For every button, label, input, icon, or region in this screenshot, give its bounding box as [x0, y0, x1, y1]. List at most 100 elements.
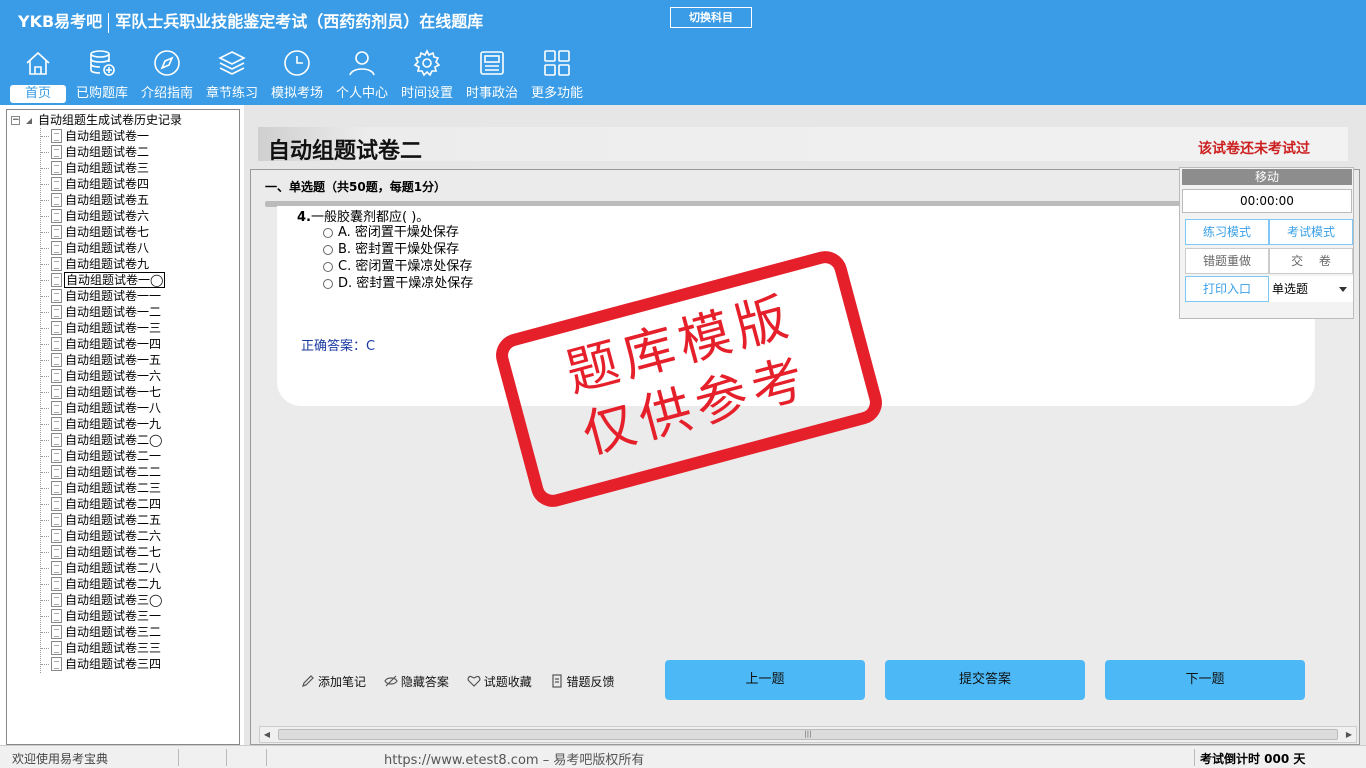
tree-item[interactable]: 自动组题试卷一一 [7, 288, 239, 304]
nav-purchased[interactable]: 已购题库 [70, 48, 134, 104]
nav-guide[interactable]: 介绍指南 [135, 48, 199, 104]
tree-item[interactable]: 自动组题试卷二七 [7, 544, 239, 560]
tree-item[interactable]: 自动组题试卷一三 [7, 320, 239, 336]
tree-item[interactable]: 自动组题试卷一五 [7, 352, 239, 368]
tree-item[interactable]: 自动组题试卷二二 [7, 464, 239, 480]
hide-answer-button[interactable]: 隐藏答案 [384, 673, 449, 690]
tree-item[interactable]: 自动组题试卷三◯ [7, 592, 239, 608]
pencil-icon [302, 675, 314, 687]
radio-icon[interactable] [323, 244, 333, 255]
nav-time-settings[interactable]: 时间设置 [395, 48, 459, 104]
tree-item[interactable]: 自动组题试卷一二 [7, 304, 239, 320]
tree-item[interactable]: 自动组题试卷一◯ [7, 272, 239, 288]
tree-item[interactable]: 自动组题试卷二一 [7, 448, 239, 464]
document-icon [51, 241, 62, 255]
scroll-thumb[interactable]: ||| [278, 729, 1338, 740]
layers-icon [218, 51, 246, 75]
tree-item[interactable]: 自动组题试卷二 [7, 144, 239, 160]
database-icon [90, 50, 115, 76]
tree-item-label: 自动组题试卷二一 [65, 449, 162, 463]
tree-item[interactable]: 自动组题试卷二九 [7, 576, 239, 592]
document-icon [51, 609, 62, 623]
tree-item[interactable]: 自动组题试卷一六 [7, 368, 239, 384]
tree-item[interactable]: 自动组题试卷六 [7, 208, 239, 224]
document-icon [51, 497, 62, 511]
scroll-left-icon[interactable]: ◀ [260, 727, 274, 742]
tree-root[interactable]: − 自动组题生成试卷历史记录 [11, 112, 182, 128]
radio-icon[interactable] [323, 227, 333, 238]
nav-chapter[interactable]: 章节练习 [200, 48, 264, 104]
exam-status-note: 该试卷还未考试过 [1198, 141, 1310, 157]
feedback-button[interactable]: 错题反馈 [550, 673, 615, 690]
newspaper-icon [480, 51, 504, 75]
tree-item[interactable]: 自动组题试卷二四 [7, 496, 239, 512]
next-question-button[interactable]: 下一题 [1105, 660, 1305, 700]
collapse-icon[interactable]: − [11, 116, 20, 125]
document-icon [51, 209, 62, 223]
option-d[interactable]: D. 密封置干燥凉处保存 [323, 275, 473, 292]
radio-icon[interactable] [323, 278, 333, 289]
option-b[interactable]: B. 密封置干燥处保存 [323, 241, 459, 258]
tree-item[interactable]: 自动组题试卷二三 [7, 480, 239, 496]
prev-question-button[interactable]: 上一题 [665, 660, 865, 700]
tree-item[interactable]: 自动组题试卷五 [7, 192, 239, 208]
tree-item[interactable]: 自动组题试卷一八 [7, 400, 239, 416]
tree-item-label: 自动组题试卷一七 [65, 385, 162, 399]
redo-wrong-button[interactable]: 错题重做 [1185, 248, 1269, 274]
horizontal-scrollbar[interactable]: ◀ ||| ▶ [259, 726, 1357, 743]
favorite-button[interactable]: 试题收藏 [467, 673, 532, 690]
tree-item[interactable]: 自动组题试卷一七 [7, 384, 239, 400]
switch-subject-button[interactable]: 切换科目 [670, 7, 752, 28]
tree-item[interactable]: 自动组题试卷二六 [7, 528, 239, 544]
tree-item[interactable]: 自动组题试卷三一 [7, 608, 239, 624]
tree-item[interactable]: 自动组题试卷三 [7, 160, 239, 176]
compass-icon [154, 50, 180, 76]
document-icon [51, 657, 62, 671]
tree-item[interactable]: 自动组题试卷二◯ [7, 432, 239, 448]
tree-item[interactable]: 自动组题试卷三二 [7, 624, 239, 640]
nav-more[interactable]: 更多功能 [525, 48, 589, 104]
nav-guide-label: 介绍指南 [140, 86, 193, 101]
scroll-right-icon[interactable]: ▶ [1342, 727, 1356, 742]
question-type-select[interactable]: 单选题 [1269, 276, 1353, 302]
tree-item[interactable]: 自动组题试卷八 [7, 240, 239, 256]
radio-icon[interactable] [323, 261, 333, 272]
exam-control-panel[interactable]: 移动 00:00:00 练习模式 考试模式 错题重做 交 卷 打印入口 单选题 [1179, 167, 1354, 319]
nav-profile[interactable]: 个人中心 [330, 48, 394, 104]
tree-item[interactable]: 自动组题试卷七 [7, 224, 239, 240]
nav-home[interactable]: 首页 [6, 48, 70, 104]
document-icon [51, 577, 62, 591]
add-note-button[interactable]: 添加笔记 [301, 673, 366, 690]
panel-move-handle[interactable]: 移动 [1182, 169, 1352, 185]
tree-item[interactable]: 自动组题试卷一 [7, 128, 239, 144]
option-label: A. 密闭置干燥处保存 [338, 225, 459, 240]
tree-item-label: 自动组题试卷二二 [65, 465, 162, 479]
document-icon [51, 593, 62, 607]
tree-item[interactable]: 自动组题试卷三四 [7, 656, 239, 672]
question-actions: 添加笔记 隐藏答案 试题收藏 错题反馈 [301, 673, 629, 693]
print-entry-button[interactable]: 打印入口 [1185, 276, 1269, 302]
history-tree[interactable]: − 自动组题生成试卷历史记录 自动组题试卷一 自动组题试卷二 自动组题试卷三 自动组题试… [6, 109, 240, 745]
tree-item-label: 自动组题试卷三三 [65, 641, 162, 655]
favorite-label: 试题收藏 [483, 675, 532, 689]
practice-mode-button[interactable]: 练习模式 [1185, 219, 1269, 245]
nav-mock-exam[interactable]: 模拟考场 [265, 48, 329, 104]
option-a[interactable]: A. 密闭置干燥处保存 [323, 224, 459, 241]
document-icon [51, 401, 62, 415]
tree-item[interactable]: 自动组题试卷九 [7, 256, 239, 272]
tree-root-label: 自动组题生成试卷历史记录 [38, 113, 183, 127]
tree-item-label: 自动组题试卷八 [65, 241, 150, 255]
exam-mode-button[interactable]: 考试模式 [1269, 219, 1353, 245]
tree-item-label: 自动组题试卷三一 [65, 609, 162, 623]
tree-item[interactable]: 自动组题试卷二八 [7, 560, 239, 576]
tree-item[interactable]: 自动组题试卷一九 [7, 416, 239, 432]
tree-item[interactable]: 自动组题试卷四 [7, 176, 239, 192]
tree-item[interactable]: 自动组题试卷三三 [7, 640, 239, 656]
hand-in-button[interactable]: 交 卷 [1269, 248, 1353, 274]
tree-item[interactable]: 自动组题试卷一四 [7, 336, 239, 352]
option-c[interactable]: C. 密闭置干燥凉处保存 [323, 258, 472, 275]
submit-answer-button[interactable]: 提交答案 [885, 660, 1085, 700]
tree-item[interactable]: 自动组题试卷二五 [7, 512, 239, 528]
paper-title-bar: 自动组题试卷二 [258, 127, 1348, 164]
nav-politics[interactable]: 时事政治 [460, 48, 524, 104]
